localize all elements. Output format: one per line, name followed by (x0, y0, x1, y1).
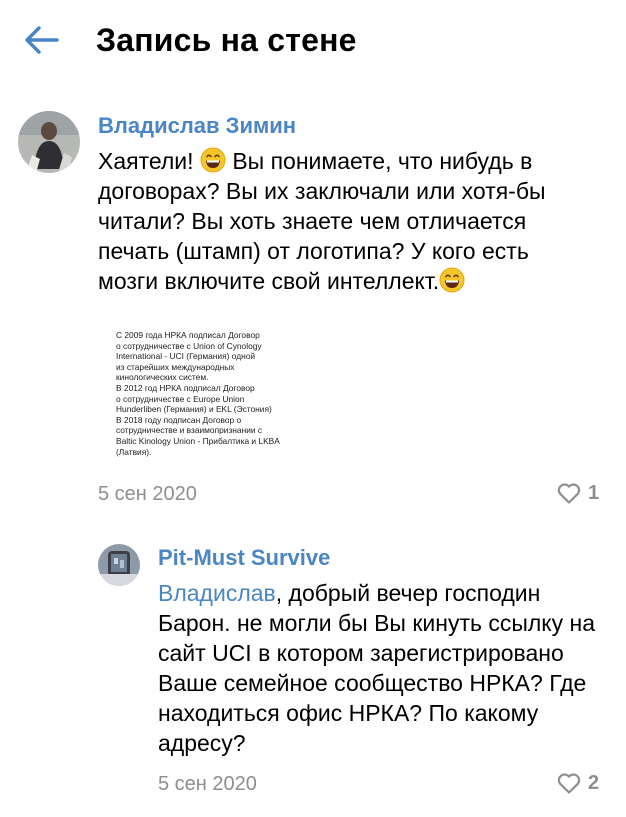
heart-icon (557, 483, 581, 504)
comment-date: 5 сен 2020 (98, 483, 197, 505)
comment-author[interactable]: Pit-Must Survive (158, 544, 330, 572)
heart-icon (557, 773, 581, 794)
comment-date: 5 сен 2020 (158, 773, 257, 795)
grinning-emoji-icon (439, 267, 465, 293)
grinning-emoji-icon (200, 147, 226, 173)
like-button[interactable]: 1 (556, 481, 599, 505)
attached-image-text: С 2009 года НРКА подписал Договор о сотр… (116, 330, 280, 457)
comment-text: Владислав, добрый вечер господин Барон. … (158, 578, 603, 758)
like-count: 2 (588, 771, 600, 794)
arrow-left-icon (25, 26, 59, 54)
comment-text-part: Хаятели! (98, 148, 200, 174)
reply-mention-link[interactable]: Владислав (158, 580, 276, 606)
comment-text: Хаятели! Вы понимаете, что нибудь в дого… (98, 146, 573, 296)
back-button[interactable] (18, 20, 64, 60)
avatar[interactable] (18, 111, 80, 173)
avatar[interactable] (98, 544, 140, 586)
top-bar: Запись на стене (0, 0, 626, 82)
comment-author[interactable]: Владислав Зимин (98, 112, 296, 140)
page-title: Запись на стене (96, 22, 357, 58)
attached-image[interactable]: С 2009 года НРКА подписал Договор о сотр… (116, 330, 316, 478)
like-count: 1 (588, 481, 600, 504)
comment-text-part: , добрый вечер господин Барон. не могли … (158, 580, 596, 756)
like-button[interactable]: 2 (556, 771, 599, 795)
